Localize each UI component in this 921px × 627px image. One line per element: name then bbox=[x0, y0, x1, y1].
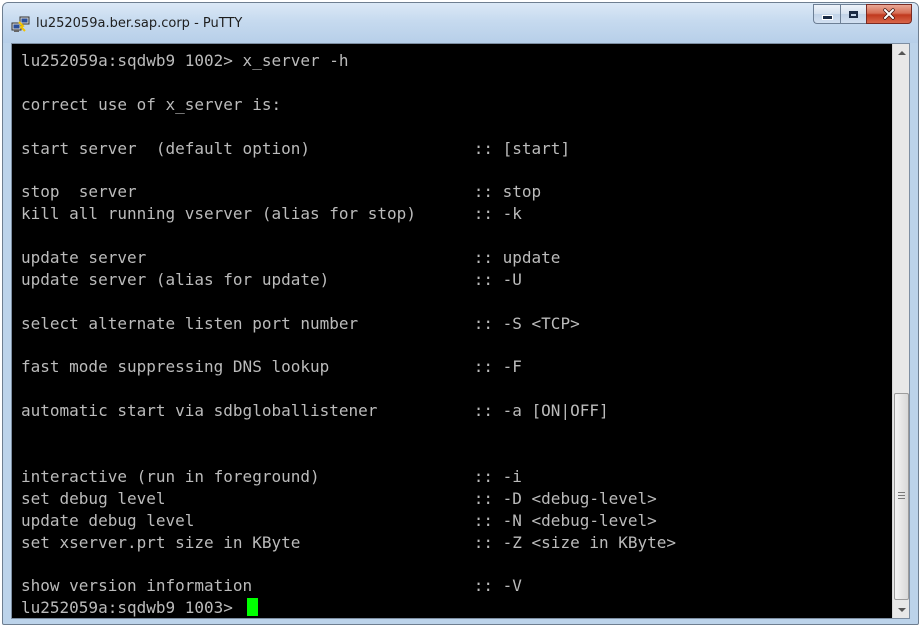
scroll-down-arrow-icon bbox=[897, 607, 906, 612]
minimize-button[interactable] bbox=[813, 4, 840, 24]
scroll-down-button[interactable] bbox=[893, 601, 910, 618]
title-bar[interactable]: lu252059a.ber.sap.corp - PuTTY bbox=[3, 3, 918, 43]
scrollbar-thumb[interactable] bbox=[894, 393, 909, 600]
window-title: lu252059a.ber.sap.corp - PuTTY bbox=[36, 16, 243, 31]
terminal-line: stop server :: stop bbox=[21, 182, 542, 202]
terminal-line: set xserver.prt size in KByte :: -Z <siz… bbox=[21, 532, 677, 552]
minimize-icon bbox=[821, 14, 833, 20]
putty-window: lu252059a.ber.sap.corp - PuTTY lu252059a… bbox=[2, 2, 919, 625]
putty-computers-icon[interactable] bbox=[11, 16, 31, 34]
maximize-icon bbox=[849, 10, 858, 18]
terminal-line: update debug level :: -N <debug-level> bbox=[21, 510, 657, 530]
terminal-line: correct use of x_server is: bbox=[21, 94, 282, 114]
scroll-up-arrow-icon bbox=[897, 50, 906, 55]
terminal-line: fast mode suppressing DNS lookup :: -F bbox=[21, 357, 522, 377]
terminal-cursor bbox=[246, 598, 258, 617]
terminal-line: lu252059a:sqdwb9 1002> x_server -h bbox=[21, 51, 349, 70]
terminal-prompt-line[interactable]: lu252059a:sqdwb9 1003> bbox=[21, 597, 893, 618]
scroll-up-button[interactable] bbox=[893, 44, 910, 61]
terminal-line: update server :: update bbox=[21, 248, 561, 268]
scrollbar-grip-icon bbox=[898, 492, 905, 499]
close-icon bbox=[883, 8, 895, 20]
close-button[interactable] bbox=[866, 4, 912, 24]
terminal-line: interactive (run in foreground) :: -i bbox=[21, 466, 522, 486]
terminal-line: set debug level :: -D <debug-level> bbox=[21, 488, 657, 508]
terminal-line: select alternate listen port number :: -… bbox=[21, 313, 580, 333]
caption-buttons bbox=[813, 4, 912, 24]
terminal-line: start server (default option) :: [start] bbox=[21, 138, 571, 158]
vertical-scrollbar[interactable] bbox=[892, 44, 909, 618]
maximize-button[interactable] bbox=[840, 4, 866, 24]
shell-prompt: lu252059a:sqdwb9 1003> bbox=[21, 598, 243, 618]
terminal-output[interactable]: lu252059a:sqdwb9 1002> x_server -h corre… bbox=[12, 44, 893, 618]
terminal-line: automatic start via sdbgloballistener ::… bbox=[21, 401, 609, 421]
terminal-line: kill all running vserver (alias for stop… bbox=[21, 204, 522, 224]
terminal-line: show version information :: -V bbox=[21, 576, 522, 596]
terminal-client-area: lu252059a:sqdwb9 1002> x_server -h corre… bbox=[11, 43, 910, 619]
terminal-line: update server (alias for update) :: -U bbox=[21, 269, 522, 289]
